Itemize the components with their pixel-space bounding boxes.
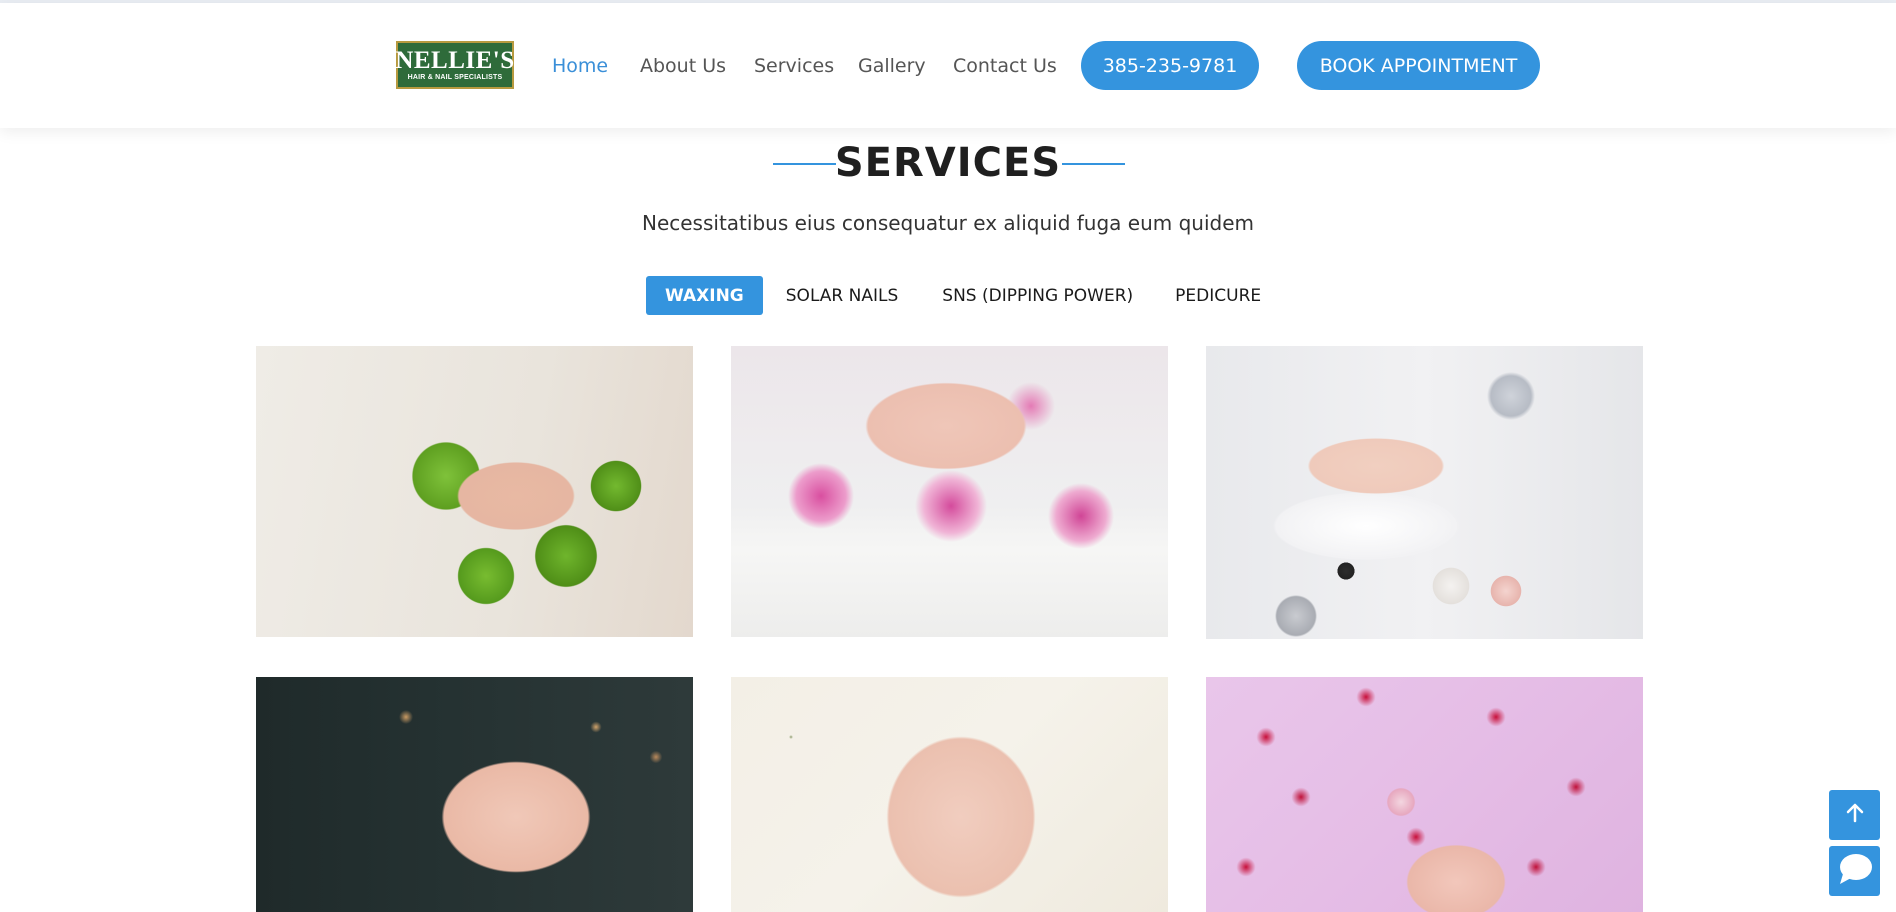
gallery-image-green-flowers-nails[interactable] [256,346,693,637]
nav-services[interactable]: Services [754,55,834,77]
nav-gallery[interactable]: Gallery [858,55,926,77]
scroll-top-button[interactable] [1829,790,1880,840]
chat-button[interactable] [1829,846,1880,896]
gallery-image-black-nail-art[interactable] [256,677,693,912]
nav-home[interactable]: Home [552,55,608,77]
gallery-image-towel-silver-nails[interactable] [1206,346,1643,639]
filter-sns-dipping-power[interactable]: SNS (DIPPING POWER) [923,276,1152,315]
nav-about-us[interactable]: About Us [640,55,726,77]
site-header: NELLIE'S HAIR & NAIL SPECIALISTS Home Ab… [0,3,1896,128]
nav-contact-us[interactable]: Contact Us [953,55,1057,77]
filter-solar-nails[interactable]: SOLAR NAILS [767,276,918,315]
title-line-right [1062,163,1125,165]
logo-main-text: NELLIE'S [395,47,515,74]
logo-sub-text: HAIR & NAIL SPECIALISTS [407,74,503,81]
brand-logo[interactable]: NELLIE'S HAIR & NAIL SPECIALISTS [395,41,515,89]
gallery-image-rose-petals-nails[interactable] [1206,677,1643,912]
gallery-image-orchid-nails[interactable] [731,346,1168,637]
chat-bubble-icon [1835,850,1875,893]
service-filter-tabs: WAXING SOLAR NAILS SNS (DIPPING POWER) P… [646,276,1284,315]
book-appointment-button[interactable]: BOOK APPOINTMENT [1297,41,1540,90]
phone-button[interactable]: 385-235-9781 [1081,41,1259,90]
gallery-image-white-nails-flowers[interactable] [731,677,1168,912]
arrow-up-icon [1844,802,1866,829]
services-subtitle: Necessitatibus eius consequatur ex aliqu… [641,211,1255,235]
services-title: SERVICES [834,140,1062,186]
services-heading-wrap: SERVICES [0,140,1896,186]
filter-pedicure[interactable]: PEDICURE [1156,276,1280,315]
filter-waxing[interactable]: WAXING [646,276,763,315]
